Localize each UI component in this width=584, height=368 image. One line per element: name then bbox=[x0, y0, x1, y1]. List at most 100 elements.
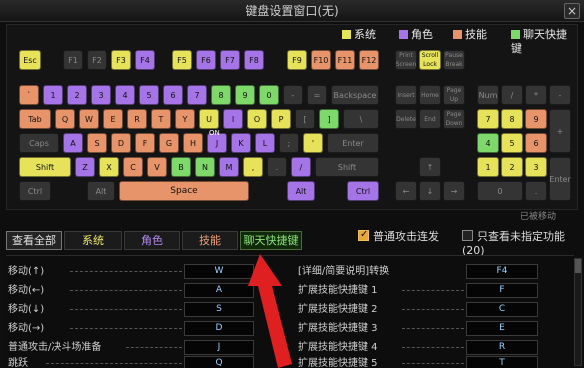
key-backspace[interactable]: Backspace bbox=[331, 85, 379, 105]
key-quote[interactable]: ' bbox=[303, 133, 323, 153]
key-right-bracket[interactable]: ] bbox=[319, 109, 339, 129]
key-f4[interactable]: F4 bbox=[135, 50, 155, 70]
tab-skill[interactable]: 技能 bbox=[182, 231, 238, 250]
scrollbar-thumb[interactable] bbox=[575, 259, 581, 273]
key-space[interactable]: Space bbox=[119, 181, 249, 201]
tab-role[interactable]: 角色 bbox=[124, 231, 180, 250]
key-left-ctrl[interactable]: Ctrl bbox=[19, 181, 51, 201]
key-num-enter[interactable]: Enter bbox=[549, 157, 571, 201]
binding-key[interactable]: S bbox=[184, 302, 254, 317]
key-num-divide[interactable]: / bbox=[501, 85, 523, 105]
key-s[interactable]: S bbox=[87, 133, 107, 153]
key-backslash[interactable]: \ bbox=[343, 109, 379, 129]
key-comma[interactable]: , bbox=[243, 157, 263, 177]
key-page-down[interactable]: Page Down bbox=[443, 109, 465, 129]
key-k[interactable]: K bbox=[231, 133, 251, 153]
key-right-shift[interactable]: Shift bbox=[315, 157, 379, 177]
key-f8[interactable]: F8 bbox=[244, 50, 264, 70]
key-4[interactable]: 4 bbox=[115, 85, 135, 105]
key-num-2[interactable]: 2 bbox=[501, 157, 523, 177]
key-w[interactable]: W bbox=[79, 109, 99, 129]
key-num-plus[interactable]: + bbox=[549, 109, 571, 153]
key-enter[interactable]: Enter bbox=[327, 133, 379, 153]
key-num-7[interactable]: 7 bbox=[477, 109, 499, 129]
key-num-4[interactable]: 4 bbox=[477, 133, 499, 153]
key-r[interactable]: R bbox=[127, 109, 147, 129]
key-q[interactable]: Q bbox=[55, 109, 75, 129]
key-l[interactable]: L bbox=[255, 133, 275, 153]
binding-key[interactable]: C bbox=[466, 302, 538, 317]
key-8[interactable]: 8 bbox=[211, 85, 231, 105]
key-num-0[interactable]: 0 bbox=[477, 181, 523, 201]
binding-key[interactable]: A bbox=[184, 283, 254, 298]
key-h[interactable]: H bbox=[183, 133, 203, 153]
key-equals[interactable]: = bbox=[307, 85, 327, 105]
key-f10[interactable]: F10 bbox=[311, 50, 331, 70]
key-home[interactable]: Home bbox=[419, 85, 441, 105]
auto-attack-option[interactable]: 普通攻击连发 bbox=[358, 228, 439, 244]
key-n[interactable]: N bbox=[195, 157, 215, 177]
key-0[interactable]: 0 bbox=[259, 85, 279, 105]
key-t[interactable]: T bbox=[151, 109, 171, 129]
key-d[interactable]: D bbox=[111, 133, 131, 153]
key-p[interactable]: P bbox=[271, 109, 291, 129]
key-num-6[interactable]: 6 bbox=[525, 133, 547, 153]
key-b[interactable]: B bbox=[171, 157, 191, 177]
key-f3[interactable]: F3 bbox=[111, 50, 131, 70]
key-i[interactable]: I bbox=[223, 109, 243, 129]
key-left-bracket[interactable]: [ bbox=[295, 109, 315, 129]
key-num-3[interactable]: 3 bbox=[525, 157, 547, 177]
key-f11[interactable]: F11 bbox=[335, 50, 355, 70]
binding-key[interactable]: R bbox=[466, 340, 538, 355]
key-5[interactable]: 5 bbox=[139, 85, 159, 105]
key-tab[interactable]: Tab bbox=[19, 109, 51, 129]
close-button[interactable]: × bbox=[564, 3, 580, 19]
tab-all[interactable]: 查看全部 bbox=[6, 231, 62, 250]
key-num-multiply[interactable]: * bbox=[525, 85, 547, 105]
key-arrow-up[interactable]: ↑ bbox=[419, 157, 441, 177]
key-v[interactable]: V bbox=[147, 157, 167, 177]
key-6[interactable]: 6 bbox=[163, 85, 183, 105]
key-7[interactable]: 7 bbox=[187, 85, 207, 105]
key-num-1[interactable]: 1 bbox=[477, 157, 499, 177]
key-end[interactable]: End bbox=[419, 109, 441, 129]
tab-system[interactable]: 系统 bbox=[64, 231, 122, 250]
key-x[interactable]: X bbox=[99, 157, 119, 177]
auto-attack-checkbox[interactable] bbox=[358, 228, 369, 242]
key-num-8[interactable]: 8 bbox=[501, 109, 523, 129]
key-o[interactable]: O bbox=[247, 109, 267, 129]
binding-key[interactable]: E bbox=[466, 321, 538, 336]
binding-key[interactable]: F bbox=[466, 283, 538, 298]
key-z[interactable]: Z bbox=[75, 157, 95, 177]
tab-chat-shortcuts[interactable]: 聊天快捷键 bbox=[240, 231, 302, 250]
key-f1[interactable]: F1 bbox=[63, 50, 83, 70]
key-period[interactable]: . bbox=[267, 157, 287, 177]
key-num-minus[interactable]: - bbox=[549, 85, 571, 105]
key-page-up[interactable]: Page Up bbox=[443, 85, 465, 105]
key-y[interactable]: Y bbox=[175, 109, 195, 129]
key-left-alt[interactable]: Alt bbox=[87, 181, 115, 201]
key-caps[interactable]: Caps bbox=[19, 133, 59, 153]
key-arrow-left[interactable]: ← bbox=[395, 181, 417, 201]
key-9[interactable]: 9 bbox=[235, 85, 255, 105]
key-num-9[interactable]: 9 bbox=[525, 109, 547, 129]
key-f9[interactable]: F9 bbox=[287, 50, 307, 70]
key-f6[interactable]: F6 bbox=[196, 50, 216, 70]
window-titlebar[interactable]: 键盘设置窗口(无) × bbox=[0, 0, 584, 22]
key-delete[interactable]: Delete bbox=[395, 109, 417, 129]
key-m[interactable]: M bbox=[219, 157, 239, 177]
key-num-lock[interactable]: Num bbox=[477, 85, 499, 105]
key-num-dot[interactable]: . bbox=[525, 181, 547, 201]
key-a[interactable]: A bbox=[63, 133, 83, 153]
key-right-alt[interactable]: Alt bbox=[287, 181, 315, 201]
key-left-shift[interactable]: Shift bbox=[19, 157, 71, 177]
key-f5[interactable]: F5 bbox=[172, 50, 192, 70]
binding-list-scrollbar[interactable] bbox=[574, 258, 582, 366]
binding-key[interactable]: W bbox=[184, 264, 254, 279]
binding-key[interactable]: F4 bbox=[466, 264, 538, 279]
key-arrow-down[interactable]: ↓ bbox=[419, 181, 441, 201]
key-3[interactable]: 3 bbox=[91, 85, 111, 105]
binding-key[interactable]: Q bbox=[184, 356, 254, 368]
key-f7[interactable]: F7 bbox=[220, 50, 240, 70]
show-unassigned-option[interactable]: 只查看未指定功能(20) bbox=[462, 230, 584, 258]
